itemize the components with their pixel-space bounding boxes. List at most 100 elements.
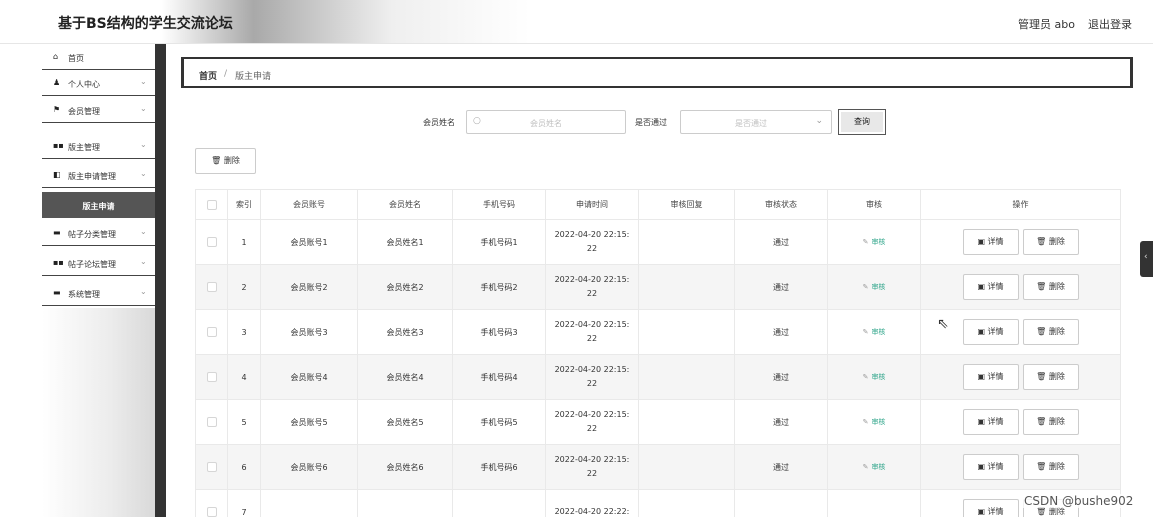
table-row: 2 会员账号2 会员姓名2 手机号码2 2022-04-20 22:15: 22 通过 ✎ 审核… [195, 264, 1121, 310]
phone-cell: 手机号码5 [452, 399, 546, 445]
breadcrumb-home[interactable]: 首页 [199, 69, 217, 82]
row-checkbox-cell[interactable] [195, 264, 228, 310]
name-cell [357, 489, 453, 517]
delete-button[interactable]: 🗑 删除 [1022, 454, 1079, 480]
pass-status-select[interactable]: 是否通过 ⌄ [680, 110, 832, 134]
delete-label: 删除 [1048, 462, 1065, 471]
time-cell: 2022-04-20 22:15: 22 [545, 309, 639, 355]
breadcrumb: 首页 / 版主申请 [181, 57, 1133, 88]
edit-icon: ✎ [862, 238, 869, 246]
sidebar-item[interactable]: ▬ 系统管理 ⌄ [42, 280, 155, 306]
delete-label: 删除 [1048, 372, 1065, 381]
sidebar-divider [155, 44, 166, 517]
detail-button[interactable]: ▣ 详情 [962, 364, 1019, 390]
row-checkbox[interactable] [206, 372, 217, 382]
column-header: 审核 [827, 189, 921, 220]
checkbox[interactable] [206, 199, 217, 210]
review-cell[interactable]: ✎ 审核 [827, 354, 921, 400]
review-link[interactable]: ✎ 审核 [863, 373, 886, 381]
row-checkbox[interactable] [206, 327, 217, 337]
sidebar-item[interactable]: ▪▪ 版主管理 ⌄ [42, 133, 155, 159]
delete-button[interactable]: 🗑 删除 [1022, 229, 1079, 255]
select-all-checkbox[interactable] [195, 189, 228, 220]
detail-button[interactable]: ▣ 详情 [962, 454, 1019, 480]
review-label: 审核 [871, 283, 886, 291]
row-checkbox[interactable] [206, 462, 217, 472]
chevron-down-icon: ⌄ [140, 77, 147, 86]
review-cell[interactable]: ✎ 审核 [827, 399, 921, 445]
name-cell: 会员姓名4 [357, 354, 453, 400]
time-date: 2022-04-20 22:15: [554, 320, 630, 329]
delete-button[interactable]: 🗑 删除 [1022, 409, 1079, 435]
detail-button[interactable]: ▣ 详情 [962, 319, 1019, 345]
review-cell[interactable] [827, 489, 921, 517]
app-title: 基于BS结构的学生交流论坛 [58, 16, 233, 32]
detail-label: 详情 [987, 282, 1004, 291]
detail-icon: ▣ [977, 462, 988, 471]
row-checkbox[interactable] [206, 417, 217, 427]
review-link[interactable]: ✎ 审核 [863, 328, 886, 336]
sidebar-item-label: 个人中心 [68, 80, 100, 89]
actions-cell: ▣ 详情 🗑 删除 [920, 309, 1121, 355]
sidebar-item[interactable]: ◧ 版主申请管理 ⌄ [42, 162, 155, 188]
review-cell[interactable]: ✎ 审核 [827, 264, 921, 310]
pass-status-label: 是否通过 [635, 118, 667, 127]
review-label: 审核 [871, 418, 886, 426]
sidebar-item-label: 系统管理 [68, 290, 100, 299]
sidebar-item[interactable]: ⌂ 首页 [42, 44, 155, 70]
sidebar-item[interactable]: ⚑ 会员管理 ⌄ [42, 97, 155, 123]
sidebar-item[interactable]: ▬ 帖子分类管理 ⌄ [42, 220, 155, 246]
time-cell: 2022-04-20 22:22: [545, 489, 639, 517]
batch-delete-label: 删除 [223, 156, 240, 165]
review-link[interactable]: ✎ 审核 [863, 283, 886, 291]
row-checkbox[interactable] [206, 282, 217, 292]
detail-label: 详情 [987, 372, 1004, 381]
delete-label: 删除 [1048, 282, 1065, 291]
chevron-down-icon: ⌄ [140, 104, 147, 113]
query-button[interactable]: 查询 [838, 109, 886, 135]
detail-button[interactable]: ▣ 详情 [962, 409, 1019, 435]
mouse-cursor-icon: ⇖ [937, 316, 949, 332]
account-cell: 会员账号5 [260, 399, 358, 445]
review-link[interactable]: ✎ 审核 [863, 418, 886, 426]
delete-button[interactable]: 🗑 删除 [1022, 364, 1079, 390]
review-cell[interactable]: ✎ 审核 [827, 309, 921, 355]
logout-link[interactable]: 退出登录 [1088, 16, 1132, 32]
sidebar-item-label: 版主申请管理 [68, 172, 116, 181]
batch-delete-button[interactable]: 🗑 删除 [195, 148, 256, 174]
row-checkbox[interactable] [206, 507, 217, 517]
row-checkbox-cell[interactable] [195, 444, 228, 490]
row-checkbox-cell[interactable] [195, 309, 228, 355]
row-checkbox-cell[interactable] [195, 489, 228, 517]
sidebar-item-label: 版主申请 [82, 202, 115, 211]
review-link[interactable]: ✎ 审核 [863, 463, 886, 471]
reply-cell [638, 309, 735, 355]
delete-button[interactable]: 🗑 删除 [1022, 274, 1079, 300]
row-checkbox-cell[interactable] [195, 219, 228, 265]
row-checkbox-cell[interactable] [195, 354, 228, 400]
review-cell[interactable]: ✎ 审核 [827, 219, 921, 265]
time-date: 2022-04-20 22:15: [554, 230, 630, 239]
sidebar-item[interactable]: ▪▪ 帖子论坛管理 ⌄ [42, 250, 155, 276]
delete-label: 删除 [1048, 327, 1065, 336]
detail-button[interactable]: ▣ 详情 [962, 499, 1019, 517]
sidebar-item[interactable]: ♟ 个人中心 ⌄ [42, 70, 155, 96]
delete-button[interactable]: 🗑 删除 [1022, 319, 1079, 345]
row-checkbox-cell[interactable] [195, 399, 228, 445]
row-checkbox[interactable] [206, 237, 217, 247]
detail-button[interactable]: ▣ 详情 [962, 229, 1019, 255]
chevron-down-icon: ⌄ [140, 227, 147, 236]
detail-button[interactable]: ▣ 详情 [962, 274, 1019, 300]
sidebar-item-label: 帖子论坛管理 [68, 260, 116, 269]
sidebar-item[interactable]: 版主申请 [42, 192, 155, 218]
review-label: 审核 [871, 463, 886, 471]
column-header: 审核状态 [734, 189, 828, 220]
time-date: 2022-04-20 22:15: [554, 365, 630, 374]
review-link[interactable]: ✎ 审核 [863, 238, 886, 246]
time-cell: 2022-04-20 22:15: 22 [545, 354, 639, 400]
member-name-input[interactable]: ○ 会员姓名 [466, 110, 626, 134]
member-name-placeholder: 会员姓名 [530, 119, 562, 128]
side-panel-toggle[interactable]: ‹ [1140, 241, 1153, 277]
review-cell[interactable]: ✎ 审核 [827, 444, 921, 490]
time-date: 2022-04-20 22:15: [554, 410, 630, 419]
